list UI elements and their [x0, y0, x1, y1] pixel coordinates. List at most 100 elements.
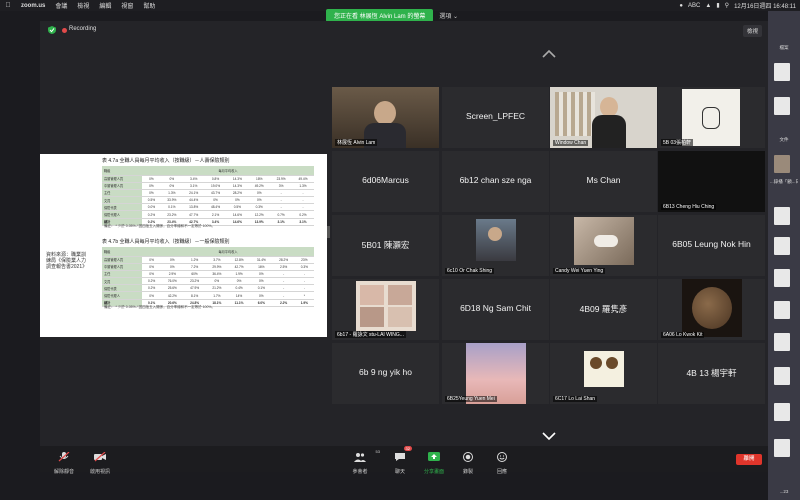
participants-icon — [354, 453, 366, 462]
participants-button[interactable]: 53 參會者 — [340, 449, 380, 475]
participant-name: 6C17 Lo Lai Shan — [553, 396, 598, 402]
participant-tile[interactable]: Window Chan — [550, 87, 657, 148]
table-row-label: 保險代表 — [102, 203, 142, 212]
desktop-file-label: 檔案 — [779, 45, 789, 50]
desktop-document-icon[interactable] — [774, 207, 790, 225]
participant-tile[interactable]: 6c10 Or Chak Shing — [442, 215, 549, 276]
table-header: 職級 — [102, 166, 142, 176]
desktop-file-label: ...23 — [779, 489, 789, 494]
microphone-muted-icon — [58, 451, 70, 462]
share-screen-icon — [428, 452, 440, 461]
participant-name: 6B05 Leung Nok Hin — [672, 239, 751, 249]
participant-tile[interactable]: 6b12 chan sze nga — [442, 151, 549, 212]
desktop-document-icon[interactable] — [774, 269, 790, 287]
participant-video — [374, 101, 396, 125]
view-button[interactable]: 檢視 — [742, 25, 762, 37]
participant-tile[interactable]: 6B25Yeung Yuen Mei — [442, 343, 549, 404]
desktop-document-icon[interactable] — [774, 439, 790, 457]
participant-tile[interactable]: 6b 9 ng yik ho — [332, 343, 439, 404]
search-icon[interactable]: ⚲ — [725, 2, 729, 9]
participant-name: Screen_LPFEC — [465, 111, 526, 121]
apple-icon[interactable]:  — [0, 2, 16, 9]
table-header: 每月平均收入 — [142, 166, 314, 176]
table-row-label: 保險代表 — [102, 284, 142, 293]
participant-name: 5B01 陳灝宏 — [361, 240, 410, 250]
participant-tile[interactable]: 4B09 羅隽彥 — [550, 279, 657, 340]
desktop-document-icon[interactable] — [774, 403, 790, 421]
participant-tile[interactable]: 4B 13 楊宇軒 — [658, 343, 765, 404]
split-view-handle[interactable] — [327, 226, 330, 238]
participant-tile[interactable]: 6C17 Lo Lai Shan — [550, 343, 657, 404]
smile-icon — [497, 452, 507, 462]
unmute-label: 解除靜音 — [53, 469, 74, 475]
participant-video — [360, 285, 384, 305]
start-video-button[interactable]: 啟用視訊 — [80, 449, 120, 475]
table-row-label: 主任 — [102, 189, 142, 198]
participant-name: 5B 03張柏軒 — [661, 139, 694, 146]
menu-help[interactable]: 幫助 — [138, 1, 160, 10]
participant-tile[interactable]: 6D18 Ng Sam Chit — [442, 279, 549, 340]
desktop-document-icon[interactable] — [774, 301, 790, 319]
participant-tile[interactable]: 6A06 Lo Kwok Kit — [658, 279, 765, 340]
participant-tile[interactable]: Screen_LPFEC — [442, 87, 549, 148]
table-row-label: 中層管理人員 — [102, 263, 142, 271]
zoom-window: Recording 檢視 表 4.7a 全職人員每月平均收入（按職級）－人壽保險… — [40, 21, 768, 475]
chevron-down-icon[interactable] — [542, 431, 556, 441]
participant-tile[interactable]: 6d06Marcus — [332, 151, 439, 212]
chat-badge: 32 — [403, 446, 412, 451]
participant-name: Window Chan — [553, 140, 589, 146]
menu-edit[interactable]: 編輯 — [94, 1, 116, 10]
desktop-document-icon[interactable] — [774, 63, 790, 81]
shared-screen[interactable]: 表 4.7a 全職人員每月平均收入（按職級）－人壽保險類別 職級 每月平均收入 高… — [40, 154, 327, 337]
participant-video — [388, 285, 412, 305]
participant-tile[interactable]: Ms Chan — [550, 151, 657, 212]
participant-tile[interactable]: 林展恆 Alvin Lam — [332, 87, 439, 148]
view-options-button[interactable]: 選項 ⌄ — [439, 11, 458, 20]
participant-tile[interactable]: 6B05 Leung Nok Hin — [658, 215, 765, 276]
desktop-document-icon[interactable] — [774, 367, 790, 385]
wifi-icon[interactable]: ▲ — [705, 3, 711, 9]
participant-tile[interactable]: 5B 03張柏軒 — [658, 87, 765, 148]
participant-video — [600, 97, 618, 117]
menu-view[interactable]: 檢視 — [72, 1, 94, 10]
reactions-label: 回應 — [496, 469, 507, 475]
participant-video — [692, 287, 732, 329]
zoom-topbar: Recording 檢視 — [40, 21, 768, 39]
shield-icon[interactable] — [48, 26, 56, 34]
participant-name: 4B 13 楊宇軒 — [686, 368, 737, 378]
participant-video — [466, 343, 526, 404]
table-row-label: 主任 — [102, 270, 142, 279]
menu-app-zoom[interactable]: zoom.us — [16, 3, 50, 9]
meeting-toolbar: 解除靜音 啟用視訊 53 參會者 32 聊天 分享畫面 錄製 回應 離開 — [40, 446, 768, 475]
table-row-label: 高層管理人員 — [102, 175, 142, 183]
income-table-life: 職級 每月平均收入 高層管理人員 0% 0% 3.4% 0.8% 14.3% 18% 23.9%… — [102, 166, 314, 226]
participant-tile[interactable]: 5B01 陳灝宏 — [332, 215, 439, 276]
chevron-up-icon[interactable] — [542, 49, 556, 59]
table-title: 表 4.7a 全職人員每月平均收入（按職級）－人壽保險類別 — [102, 158, 230, 164]
reactions-button[interactable]: 回應 — [482, 449, 522, 475]
table-row-label: 文員 — [102, 196, 142, 205]
unmute-button[interactable]: 解除靜音 — [44, 449, 84, 475]
desktop-video-icon[interactable] — [774, 155, 790, 173]
participant-tile[interactable]: Candy Wei Yuen Ying — [550, 215, 657, 276]
participant-tile[interactable]: 6B13 Cheng Hiu Ching — [658, 151, 765, 212]
table-note: 備註： * 少於 0.05% / 因四捨五入關係，百分率總和不一定等於 100%… — [104, 224, 216, 228]
participant-tile[interactable]: 6b17 - 羅詠文 stu-LAI WING... — [332, 279, 439, 340]
record-icon — [463, 452, 473, 462]
table-row-label: 高層管理人員 — [102, 256, 142, 264]
desktop-document-icon[interactable] — [774, 97, 790, 115]
desktop-document-icon[interactable] — [774, 333, 790, 351]
table-row-label: 保險代理人 — [102, 210, 142, 219]
participant-name: 6D18 Ng Sam Chit — [460, 303, 531, 313]
menu-meeting[interactable]: 會議 — [50, 1, 72, 10]
zoom-icon[interactable]: ● — [679, 3, 683, 9]
menu-window[interactable]: 視窗 — [116, 1, 138, 10]
participant-video — [555, 92, 595, 136]
desktop-document-icon[interactable] — [774, 237, 790, 255]
participant-video — [360, 307, 384, 327]
menubar-clock[interactable]: 12月16日週四 16:48:11 — [734, 1, 796, 10]
participant-name: 6A06 Lo Kwok Kit — [661, 332, 705, 338]
input-method[interactable]: ABC — [688, 3, 700, 9]
leave-button[interactable]: 離開 — [736, 454, 762, 465]
battery-icon[interactable]: ▮ — [716, 2, 719, 9]
